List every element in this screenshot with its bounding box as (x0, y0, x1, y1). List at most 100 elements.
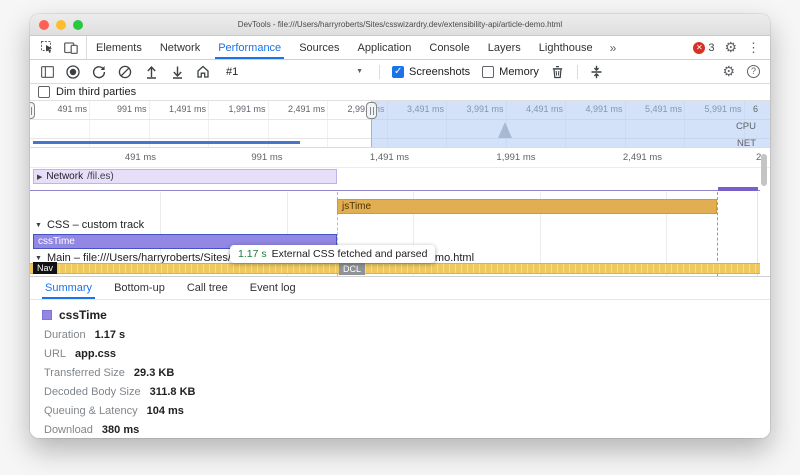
toolbar-separator (379, 65, 380, 79)
summary-row-label: Download (44, 424, 93, 436)
tooltip-duration: 1.17 s (238, 248, 267, 260)
tab-layers[interactable]: Layers (479, 36, 530, 59)
summary-row-label: Queuing & Latency (44, 405, 138, 417)
nav-marker-badge: Nav (33, 262, 57, 274)
summary-title: cssTime (59, 308, 107, 322)
load-profile-icon[interactable] (144, 65, 158, 79)
record-icon[interactable] (66, 65, 80, 79)
net-lane-label: NET (737, 138, 756, 148)
summary-row-decoded-body-size: Decoded Body Size311.8 KB (44, 386, 758, 398)
dim-third-parties-label: Dim third parties (56, 86, 136, 98)
ruler-tick-label: 2,491 ms (582, 152, 662, 163)
tab-application[interactable]: Application (349, 36, 421, 59)
summary-row-download: Download380 ms (44, 424, 758, 436)
overview-unselected-region (371, 101, 770, 147)
summary-row-label: Transferred Size (44, 367, 125, 379)
tab-lighthouse[interactable]: Lighthouse (530, 36, 602, 59)
settings-gear-icon[interactable]: ⚙ (724, 39, 737, 56)
toolbar-separator (577, 65, 578, 79)
collect-garbage-icon[interactable] (551, 65, 565, 79)
tab-network[interactable]: Network (151, 36, 209, 59)
error-badge[interactable]: ✕ 3 (693, 42, 714, 54)
summary-row-value: 1.17 s (95, 329, 126, 341)
save-profile-icon[interactable] (170, 65, 184, 79)
tab-performance[interactable]: Performance (209, 36, 290, 59)
window-title: DevTools - file:///Users/harryroberts/Si… (30, 20, 770, 29)
live-metrics-home-icon[interactable] (196, 65, 210, 79)
entry-color-swatch (42, 310, 52, 320)
devtools-tabbar: ElementsNetworkPerformanceSourcesApplica… (30, 36, 770, 60)
summary-row-duration: Duration 1.17 s (44, 329, 758, 341)
css-track-label: CSS – custom track (47, 219, 144, 231)
collapse-tracks-icon[interactable] (590, 65, 604, 79)
capture-settings-gear-icon[interactable]: ⚙ (722, 63, 735, 80)
summary-rows: Duration 1.17 s URL app.css Transferred Size… (42, 329, 758, 436)
screenshots-checkbox-row[interactable]: Screenshots (392, 66, 470, 78)
details-tab-call-tree[interactable]: Call tree (176, 277, 239, 299)
memory-checkbox-row[interactable]: Memory (482, 66, 539, 78)
timeline-overview[interactable]: 491 ms991 ms1,491 ms1,991 ms2,491 ms2,99… (30, 101, 770, 148)
cpu-lane-label: CPU (736, 121, 756, 132)
memory-label: Memory (499, 66, 539, 78)
main-thread-activity-strip[interactable] (30, 263, 760, 274)
toggle-sidebar-icon[interactable] (40, 65, 54, 79)
tab-console[interactable]: Console (420, 36, 478, 59)
record-and-reload-icon[interactable] (92, 65, 106, 79)
jstime-entry-bar[interactable]: jsTime (337, 199, 717, 214)
details-tab-bottom-up[interactable]: Bottom-up (103, 277, 176, 299)
summary-pane: cssTime Duration 1.17 s URL app.css Transfer… (30, 300, 770, 438)
window-titlebar: DevTools - file:///Users/harryroberts/Si… (30, 14, 770, 36)
network-track-label: Network (46, 171, 83, 182)
disclosure-triangle-icon[interactable]: ▼ (35, 255, 42, 262)
performance-toolbar: #1 ▼ Screenshots Memory ⚙ ? (30, 60, 770, 84)
summary-row-label: Duration (44, 329, 86, 341)
network-activity-bar (33, 141, 300, 144)
vertical-scrollbar-thumb[interactable] (761, 154, 767, 186)
jstime-label: jsTime (342, 201, 371, 212)
details-tab-summary[interactable]: Summary (34, 277, 103, 299)
desktop-background: DevTools - file:///Users/harryroberts/Si… (0, 0, 800, 475)
details-tabbar: SummaryBottom-upCall treeEvent log (30, 276, 770, 300)
entry-tooltip: 1.17 s External CSS fetched and parsed (230, 245, 435, 263)
more-options-kebab-icon[interactable]: ⋮ (747, 40, 760, 56)
overview-edge-tick: 6 (753, 104, 767, 114)
summary-row-label: URL (44, 348, 66, 360)
tab-elements[interactable]: Elements (87, 36, 151, 59)
dim-third-parties-row: Dim third parties (30, 84, 770, 101)
network-request-bar[interactable]: ▶ Network /fil.es) (33, 169, 337, 184)
toolbar-right-icons: ⚙ ? (722, 63, 760, 80)
clear-recordings-icon[interactable] (118, 65, 132, 79)
memory-checkbox[interactable] (482, 66, 494, 78)
devtools-tabs: ElementsNetworkPerformanceSourcesApplica… (87, 36, 602, 59)
details-tab-event-log[interactable]: Event log (239, 277, 307, 299)
disclosure-triangle-icon[interactable]: ▼ (35, 222, 42, 229)
summary-row-value: 29.3 KB (134, 367, 174, 379)
inspect-element-icon[interactable] (40, 41, 54, 55)
summary-row-url: URL app.css (44, 348, 758, 360)
tab-sources[interactable]: Sources (290, 36, 348, 59)
help-icon[interactable]: ? (747, 65, 760, 78)
screenshots-label: Screenshots (409, 66, 470, 78)
dim-third-parties-checkbox[interactable] (38, 86, 50, 98)
ruler-tick-label: 491 ms (76, 152, 156, 163)
error-count: 3 (708, 42, 714, 54)
summary-title-row: cssTime (42, 308, 758, 322)
ruler-tick-label: 991 ms (203, 152, 283, 163)
device-toolbar-icon[interactable] (64, 41, 78, 55)
flame-chart-area[interactable]: jsTime ▼ CSS – custom track cssTime ▼ Ma… (30, 192, 770, 276)
timeline-ruler: 491 ms991 ms1,491 ms1,991 ms2,491 ms 2 (30, 148, 770, 168)
screenshots-checkbox[interactable] (392, 66, 404, 78)
recording-history-select[interactable]: #1 ▼ (222, 66, 367, 78)
network-track[interactable]: ▶ Network /fil.es) (30, 168, 770, 192)
error-icon: ✕ (693, 42, 705, 54)
disclosure-triangle-icon[interactable]: ▶ (37, 173, 42, 181)
css-custom-track-header[interactable]: ▼ CSS – custom track (35, 219, 144, 231)
summary-row-label: Decoded Body Size (44, 386, 141, 398)
network-request-detail: /fil.es) (87, 171, 114, 182)
tabbar-right-icons: ✕ 3 ⚙ ⋮ (693, 36, 770, 59)
overview-left-drag-handle[interactable] (30, 102, 35, 119)
network-request-bar-right[interactable] (718, 187, 758, 191)
overview-right-drag-handle[interactable] (366, 102, 377, 119)
more-tabs-chevron-icon[interactable]: » (602, 36, 625, 59)
summary-row-value: app.css (75, 348, 116, 360)
